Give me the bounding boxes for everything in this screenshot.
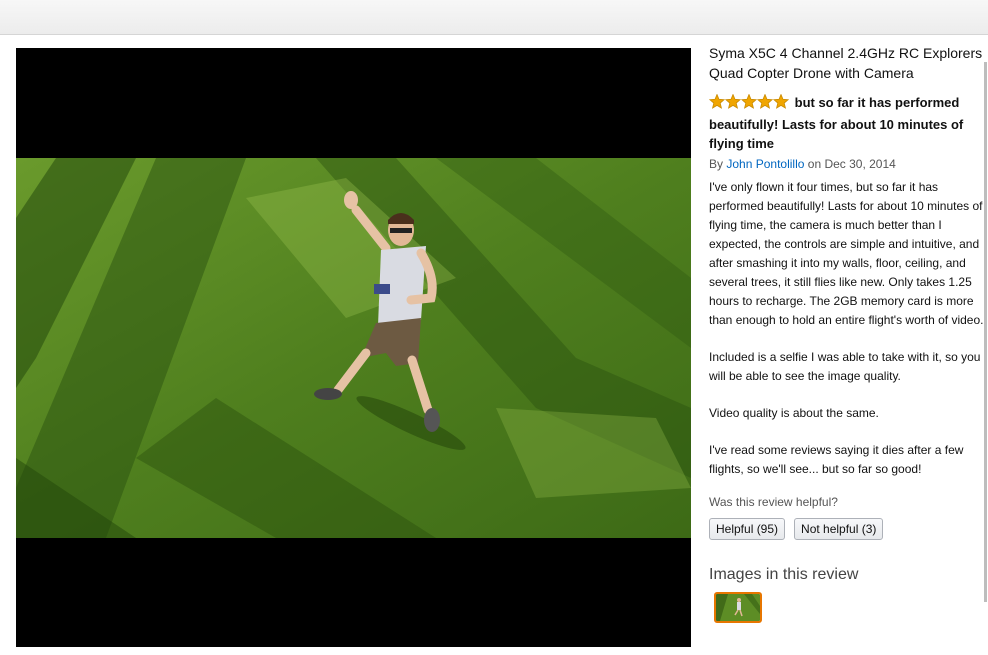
star-icon bbox=[724, 93, 742, 109]
star-icon bbox=[740, 93, 758, 109]
review-byline: By John Pontolillo on Dec 30, 2014 bbox=[709, 155, 985, 173]
star-icon bbox=[756, 93, 774, 109]
not-helpful-button[interactable]: Not helpful (3) bbox=[794, 517, 884, 540]
vote-buttons: Helpful (95) Not helpful (3) bbox=[709, 517, 985, 540]
review-headline-row: but so far it has performed beautifully!… bbox=[708, 93, 985, 154]
helpful-button[interactable]: Helpful (95) bbox=[709, 517, 786, 540]
star-icon bbox=[708, 93, 726, 109]
browser-top-bar bbox=[0, 0, 988, 35]
review-paragraph: Included is a selfie I was able to take … bbox=[709, 349, 981, 383]
review-date: on Dec 30, 2014 bbox=[807, 156, 896, 171]
byline-prefix: By bbox=[709, 156, 724, 171]
review-image-thumbnail[interactable] bbox=[714, 591, 762, 623]
star-icon bbox=[772, 93, 790, 109]
review-paragraph: Video quality is about the same. bbox=[709, 405, 879, 420]
helpful-question: Was this review helpful? bbox=[709, 494, 838, 509]
review-body: I've only flown it four times, but so fa… bbox=[709, 178, 985, 479]
product-title[interactable]: Syma X5C 4 Channel 2.4GHz RC Explorers Q… bbox=[709, 43, 985, 83]
review-panel: Syma X5C 4 Channel 2.4GHz RC Explorers Q… bbox=[708, 43, 985, 623]
review-paragraph: I've only flown it four times, but so fa… bbox=[709, 179, 984, 327]
image-viewer bbox=[16, 48, 691, 647]
review-paragraph: I've read some reviews saying it dies af… bbox=[709, 442, 964, 476]
images-heading: Images in this review bbox=[709, 565, 859, 583]
star-rating bbox=[708, 93, 790, 115]
author-link[interactable]: John Pontolillo bbox=[726, 157, 804, 171]
review-photo[interactable] bbox=[16, 158, 691, 538]
